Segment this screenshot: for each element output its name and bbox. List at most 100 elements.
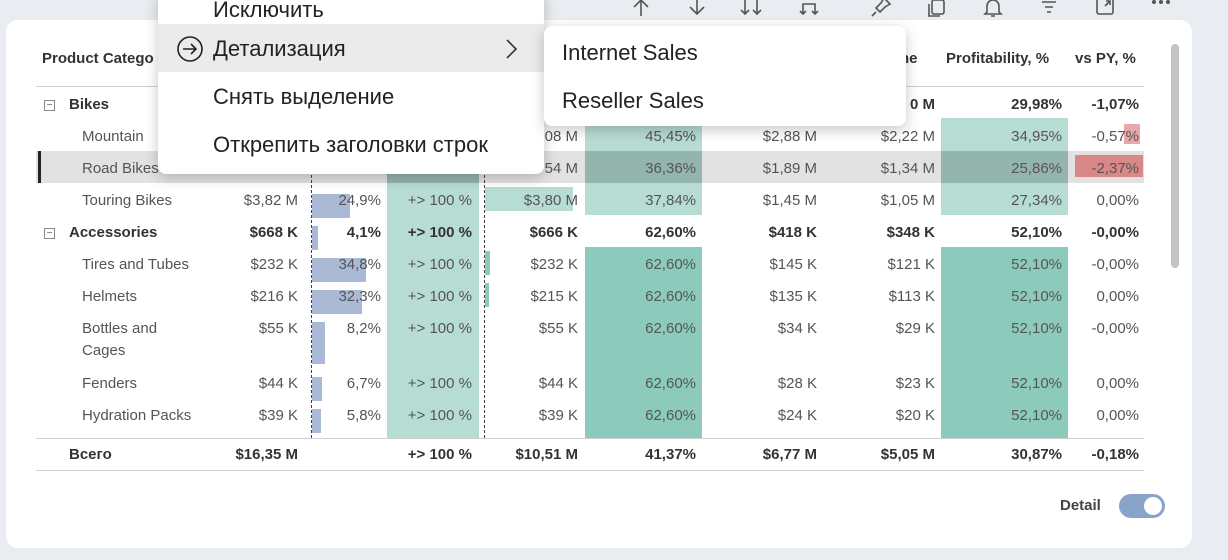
cell-c6: $34 K <box>777 320 817 337</box>
cell-c8: 27,34% <box>1011 192 1062 209</box>
menu-item-drillthrough[interactable]: Детализация <box>158 24 544 72</box>
total-divider <box>36 438 1144 439</box>
cell-c7: $113 K <box>888 288 935 305</box>
cell-c2: 6,7% <box>346 375 381 392</box>
bell-icon[interactable] <box>982 0 1004 18</box>
fork-icon[interactable] <box>798 0 820 18</box>
cell-c1: $668 K <box>249 224 298 241</box>
menu-item-label: Детализация <box>213 36 346 61</box>
expand-icon[interactable] <box>1094 0 1116 18</box>
cell-c7: $121 K <box>887 256 935 273</box>
total-c9: -0,18% <box>1091 446 1139 463</box>
cell-c8: 52,10% <box>1011 407 1062 424</box>
cell-c2: 34,8% <box>338 256 381 273</box>
cell-c9: 0,00% <box>1096 288 1139 305</box>
vertical-scrollbar[interactable] <box>1171 44 1179 268</box>
row-label: Hydration Packs <box>82 407 192 424</box>
cell-c6: $135 K <box>769 288 817 305</box>
cell-c8: 52,10% <box>1011 375 1062 392</box>
cell-c3: +> 100 % <box>407 224 472 241</box>
cell-c2: 4,1% <box>346 224 381 241</box>
cell-c6: $28 K <box>777 375 817 392</box>
total-c1: $16,35 M <box>235 446 298 463</box>
cell-c6: $418 K <box>768 224 817 241</box>
double-arrow-down-icon[interactable] <box>740 0 762 18</box>
row-label: Mountain <box>82 128 144 145</box>
cell-c8: 29,98% <box>1011 96 1062 113</box>
total-c7: $5,05 M <box>880 446 935 463</box>
cell-c2: 32,3% <box>338 288 381 305</box>
row-label: Fenders <box>82 375 138 392</box>
row-label: Bikes <box>69 96 110 113</box>
copy-icon[interactable] <box>926 0 948 18</box>
total-label: Всего <box>69 446 112 463</box>
cell-c6: $2,88 M <box>762 128 817 145</box>
row-label: Tires and Tubes <box>82 256 189 273</box>
visual-header-toolbar <box>620 0 1180 20</box>
submenu-item-reseller-sales[interactable]: Reseller Sales <box>562 88 704 114</box>
cell-c3: +> 100 % <box>407 256 472 273</box>
cell-c8: 52,10% <box>1011 256 1062 273</box>
filter-icon[interactable] <box>1038 0 1060 18</box>
cell-c9: 0,00% <box>1096 375 1139 392</box>
chevron-right-icon <box>504 38 518 66</box>
cell-c5: 62,60% <box>645 407 696 424</box>
cell-c3: +> 100 % <box>407 375 472 392</box>
detail-toggle-label: Detail <box>1060 497 1101 514</box>
cell-c2: 8,2% <box>346 320 381 337</box>
arrow-down-icon[interactable] <box>686 0 708 18</box>
cell-c9: -1,07% <box>1091 96 1139 113</box>
total-c6: $6,77 M <box>762 446 817 463</box>
cell-c8: 52,10% <box>1011 224 1062 241</box>
cell-c6: $1,45 M <box>762 192 817 209</box>
menu-item-label: Исключить <box>213 0 324 22</box>
total-c5: 41,37% <box>645 446 696 463</box>
cell-c7: $2,22 M <box>880 128 935 145</box>
cell-c6: $1,89 M <box>762 160 817 177</box>
submenu-item-internet-sales[interactable]: Internet Sales <box>562 40 698 66</box>
cell-c6: $24 K <box>777 407 817 424</box>
arrow-up-icon[interactable] <box>630 0 652 18</box>
cell-c5: 36,36% <box>645 160 696 177</box>
cell-c4: $55 K <box>538 320 578 337</box>
row-label: Helmets <box>82 288 138 305</box>
more-icon[interactable] <box>1150 0 1172 18</box>
total-c4: $10,51 M <box>515 446 578 463</box>
menu-item-clear-selection[interactable]: Снять выделение <box>158 72 544 120</box>
cell-c4: $215 K <box>530 288 578 305</box>
row-label-line2: Cages <box>82 342 126 359</box>
collapse-icon[interactable]: − <box>44 100 55 111</box>
cell-c7: $23 K <box>895 375 935 392</box>
cell-c3: +> 100 % <box>407 288 472 305</box>
row-label: Accessories <box>69 224 158 241</box>
menu-item-label: Снять выделение <box>213 84 395 109</box>
header-product-category[interactable]: Product Catego <box>42 50 160 72</box>
cell-c4: $232 K <box>530 256 578 273</box>
growth-column-fill <box>387 183 479 438</box>
cell-c1: $3,82 M <box>243 192 298 209</box>
table-bottom-line <box>36 470 1144 471</box>
cell-c5: 62,60% <box>645 375 696 392</box>
cell-c3: +> 100 % <box>407 320 472 337</box>
row-label: Bottles and <box>82 320 158 337</box>
cell-c9: -0,00% <box>1091 224 1139 241</box>
cell-c2: 5,8% <box>346 407 381 424</box>
cell-c3: +> 100 % <box>407 192 472 209</box>
cell-c7: $1,05 M <box>880 192 935 209</box>
detail-toggle[interactable] <box>1119 494 1165 518</box>
cell-c1: $39 K <box>258 407 298 424</box>
menu-item-unpin-row-headers[interactable]: Открепить заголовки строк <box>158 120 544 168</box>
cell-c1: $232 K <box>250 256 298 273</box>
collapse-icon[interactable]: − <box>44 228 55 239</box>
cell-c4: $3,80 M <box>523 192 578 209</box>
cell-c5: 62,60% <box>645 256 696 273</box>
header-vs-py[interactable]: vs PY, % <box>1075 50 1136 72</box>
header-profitability[interactable]: Profitability, % <box>946 50 1049 72</box>
row-label: Touring Bikes <box>82 192 173 209</box>
total-c8: 30,87% <box>1011 446 1062 463</box>
pin-icon[interactable] <box>870 0 892 18</box>
cell-c7: $1,34 M <box>880 160 935 177</box>
toggle-knob <box>1144 497 1162 515</box>
cell-c5: 62,60% <box>645 320 696 337</box>
cell-c3: +> 100 % <box>407 407 472 424</box>
